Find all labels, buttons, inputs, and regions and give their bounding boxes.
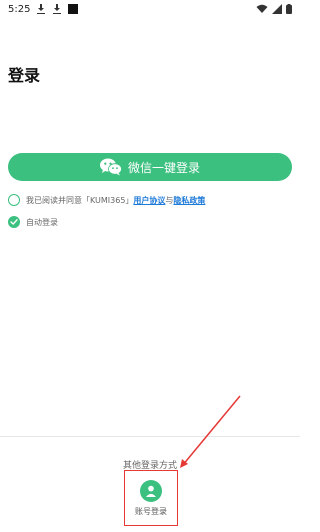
wechat-login-label: 微信一键登录 — [127, 160, 200, 175]
agreement-text: 我已阅读并同意「KUMI365」用户协议与隐私政策 — [26, 195, 205, 206]
wechat-icon — [99, 158, 122, 176]
auto-login-row: 自动登录 — [8, 216, 58, 228]
battery-icon — [286, 4, 292, 14]
download-icon-2 — [52, 4, 62, 14]
user-icon — [140, 479, 162, 502]
divider — [0, 436, 300, 437]
auto-login-checkbox[interactable] — [8, 216, 20, 228]
status-left: 5:25 — [8, 3, 79, 15]
auto-login-label: 自动登录 — [26, 217, 58, 227]
notification-square-icon — [68, 4, 79, 14]
agreement-row: 我已阅读并同意「KUMI365」用户协议与隐私政策 — [8, 194, 205, 206]
annotation-arrow — [180, 395, 241, 468]
page-title: 登录 — [8, 66, 41, 85]
privacy-policy-link[interactable]: 隐私政策 — [173, 196, 205, 205]
status-right — [256, 4, 292, 14]
download-icon — [36, 4, 46, 14]
wifi-icon — [256, 4, 268, 13]
status-time: 5:25 — [8, 3, 31, 15]
signal-icon — [272, 4, 282, 14]
wechat-login-button[interactable]: 微信一键登录 — [8, 153, 292, 181]
agreement-checkbox[interactable] — [8, 194, 20, 206]
user-agreement-link[interactable]: 用户协议 — [133, 196, 165, 205]
account-login-label: 账号登录 — [135, 506, 167, 516]
status-bar: 5:25 — [0, 0, 300, 18]
agreement-prefix: 我已阅读并同意「KUMI365」 — [26, 195, 134, 205]
checkmark-icon — [10, 219, 18, 225]
account-login-button[interactable]: 账号登录 — [124, 470, 178, 526]
